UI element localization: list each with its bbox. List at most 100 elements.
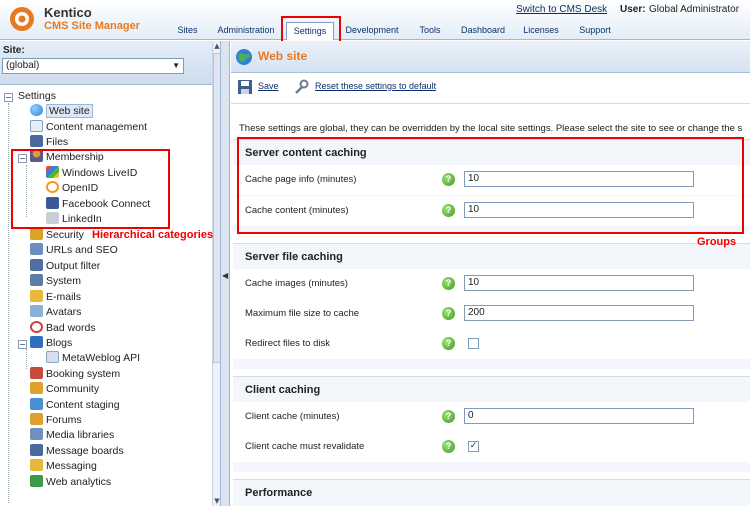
help-icon[interactable]: ? — [442, 410, 455, 423]
tree-node-label: Messaging — [46, 460, 97, 472]
page-title: Web site — [258, 49, 308, 63]
tree-node-media-libraries[interactable]: Media libraries — [30, 428, 114, 443]
tree-node-urls-and-seo[interactable]: URLs and SEO — [30, 243, 118, 258]
tree-node-label: Bad words — [46, 322, 96, 334]
setting-row-max-file-size: Maximum file size to cache ? 200 — [233, 299, 750, 329]
tree-node-label: URLs and SEO — [46, 244, 118, 256]
wrench-icon[interactable] — [293, 79, 309, 95]
group-server-file-caching: Server file caching Cache images (minute… — [233, 243, 750, 369]
tree-node-web-site[interactable]: Web site — [30, 104, 93, 119]
tree-node-label: Settings — [18, 90, 56, 102]
membership-highlight — [11, 149, 170, 229]
toolbar: Save Reset these settings to default — [231, 74, 750, 104]
tree-node-label: Message boards — [46, 445, 124, 457]
redirect-files-checkbox[interactable] — [468, 338, 479, 349]
help-icon[interactable]: ? — [442, 440, 455, 453]
tab-administration[interactable]: Administration — [214, 22, 278, 40]
tab-sites[interactable]: Sites — [170, 22, 205, 40]
forum-icon — [30, 413, 43, 425]
tree-node-content-staging[interactable]: Content staging — [30, 398, 120, 413]
tree-collapse-toggle[interactable]: − — [18, 340, 27, 349]
chevron-down-icon: ▼ — [172, 61, 180, 70]
document-icon — [30, 120, 43, 132]
client-cache-revalidate-checkbox[interactable]: ✓ — [468, 441, 479, 452]
api-icon — [46, 351, 59, 363]
media-icon — [30, 428, 43, 440]
header-bar: Kentico CMS Site Manager Switch to CMS D… — [0, 0, 750, 40]
tree-node-settings[interactable]: Settings — [18, 89, 56, 104]
bad-words-icon — [30, 321, 43, 333]
tree-node-metaweblog-api[interactable]: MetaWeblog API — [46, 351, 140, 366]
tree-node-label: E-mails — [46, 291, 82, 303]
tree-node-label: Booking system — [46, 368, 121, 380]
tab-dashboard[interactable]: Dashboard — [456, 22, 510, 40]
client-cache-input[interactable]: 0 — [464, 408, 694, 424]
staging-icon — [30, 398, 43, 410]
group-client-caching: Client caching Client cache (minutes) ? … — [233, 376, 750, 472]
tree-node-system[interactable]: System — [30, 274, 81, 289]
tree-node-blogs[interactable]: Blogs — [30, 336, 72, 351]
group-title: Server file caching — [245, 251, 343, 263]
site-label: Site: — [3, 45, 25, 56]
globe-icon — [30, 104, 43, 116]
tree-node-label: Blogs — [46, 337, 73, 349]
mail-icon — [30, 290, 43, 302]
reset-settings-button[interactable]: Reset these settings to default — [315, 81, 436, 91]
tree-node-community[interactable]: Community — [30, 382, 99, 397]
collapse-left-arrow-icon[interactable]: ◀ — [222, 271, 228, 280]
tree-node-web-analytics[interactable]: Web analytics — [30, 475, 111, 490]
save-icon[interactable] — [237, 79, 253, 95]
max-file-size-input[interactable]: 200 — [464, 305, 694, 321]
tree-line — [8, 103, 9, 503]
tree-collapse-toggle[interactable]: − — [4, 93, 13, 102]
tree-node-avatars[interactable]: Avatars — [30, 305, 81, 320]
help-icon[interactable]: ? — [442, 307, 455, 320]
help-icon[interactable]: ? — [442, 277, 455, 290]
tree-line — [26, 349, 27, 369]
sidebar-scrollbar[interactable]: ▲ ▼ — [212, 41, 220, 506]
tree-node-forums[interactable]: Forums — [30, 413, 82, 428]
tab-licenses[interactable]: Licenses — [519, 22, 563, 40]
calendar-icon — [30, 367, 43, 379]
tree-node-messaging[interactable]: Messaging — [30, 459, 97, 474]
setting-row-redirect-files: Redirect files to disk ? — [233, 329, 750, 359]
setting-label: Cache images (minutes) — [245, 278, 348, 289]
tree-node-booking-system[interactable]: Booking system — [30, 367, 120, 382]
save-button[interactable]: Save — [258, 81, 279, 91]
tree-node-output-filter[interactable]: Output filter — [30, 259, 100, 274]
site-select[interactable]: (global) ▼ — [2, 58, 184, 74]
hierarchical-categories-annotation: Hierarchical categories — [92, 229, 214, 241]
site-select-value: (global) — [6, 60, 40, 71]
tree-node-content-management[interactable]: Content management — [30, 120, 147, 135]
tree-node-label: MetaWeblog API — [62, 352, 141, 364]
group-highlight — [237, 137, 744, 234]
tree-node-files[interactable]: Files — [30, 135, 68, 150]
tab-tools[interactable]: Tools — [414, 22, 446, 40]
tree-node-message-boards[interactable]: Message boards — [30, 444, 124, 459]
group-title: Client caching — [245, 384, 321, 396]
switch-to-cms-desk-link[interactable]: Switch to CMS Desk — [516, 4, 607, 15]
setting-label: Client cache (minutes) — [245, 411, 340, 422]
panel-splitter[interactable]: ◀ — [221, 41, 230, 506]
settings-intro-text: These settings are global, they can be o… — [239, 123, 743, 134]
tab-support[interactable]: Support — [573, 22, 617, 40]
group-title: Performance — [245, 487, 313, 499]
tree-node-bad-words[interactable]: Bad words — [30, 321, 96, 336]
filter-icon — [30, 259, 43, 271]
scroll-up-arrow-icon[interactable]: ▲ — [213, 41, 220, 51]
tree-node-e-mails[interactable]: E-mails — [30, 290, 81, 305]
user-label: User: — [620, 4, 646, 15]
tree-node-label: System — [46, 275, 82, 287]
tree-node-security[interactable]: Security — [30, 228, 84, 243]
board-icon — [30, 444, 43, 456]
setting-row-client-cache: Client cache (minutes) ? 0 — [233, 402, 750, 432]
help-icon[interactable]: ? — [442, 337, 455, 350]
setting-label: Maximum file size to cache — [245, 308, 360, 319]
tab-development[interactable]: Development — [342, 22, 402, 40]
cache-images-input[interactable]: 10 — [464, 275, 694, 291]
groups-annotation: Groups — [697, 236, 737, 248]
community-icon — [30, 382, 43, 394]
scroll-thumb[interactable] — [213, 53, 220, 363]
scroll-down-arrow-icon[interactable]: ▼ — [213, 496, 220, 506]
tree-node-label: Content staging — [46, 399, 120, 411]
